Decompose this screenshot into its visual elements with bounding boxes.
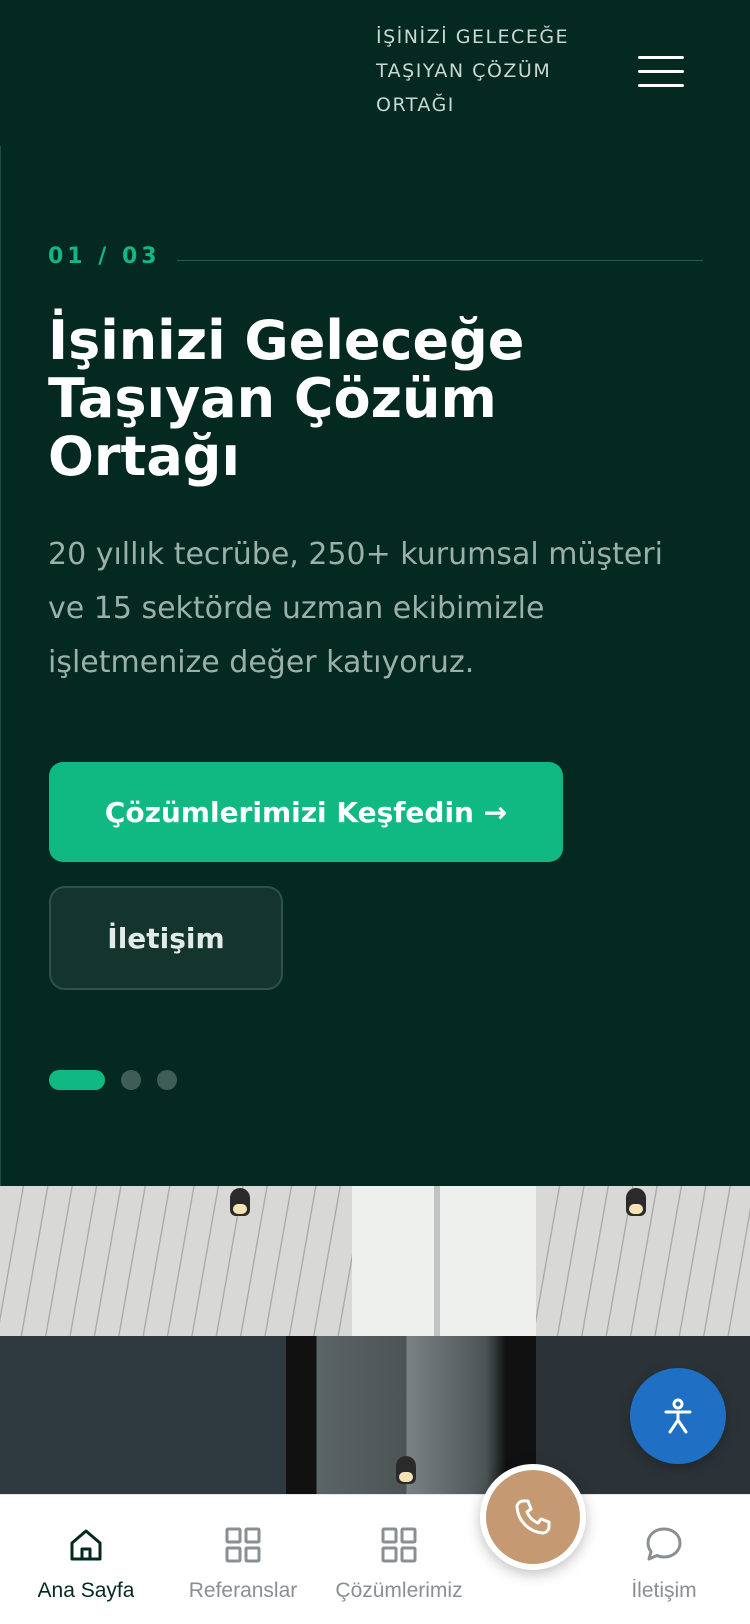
- nav-label: İletişim: [631, 1579, 697, 1602]
- pendant-lamp: [396, 1456, 416, 1484]
- hero-title: İşinizi Geleceğe Taşıyan Çözüm Ortağı: [48, 309, 525, 488]
- chat-bubble-icon: [642, 1523, 686, 1567]
- nav-label: Ana Sayfa: [37, 1579, 135, 1602]
- hero-description: 20 yıllık tecrübe, 250+ kurumsal müşteri…: [48, 537, 663, 680]
- office-corridor-image: [0, 1186, 750, 1500]
- hero-slider: 01 / 03 İşinizi Geleceğe Taşıyan Çözüm O…: [0, 146, 750, 1186]
- hamburger-menu-icon[interactable]: [636, 52, 686, 92]
- grid-icon: [377, 1523, 421, 1567]
- nav-label: Çözümlerimiz: [335, 1579, 463, 1602]
- nav-item-home[interactable]: Ana Sayfa: [26, 1495, 146, 1624]
- header: İŞİNİZİ GELECEĞE TAŞIYAN ÇÖZÜM ORTAĞI: [0, 0, 750, 146]
- bottom-navigation: Ana Sayfa Referanslar Çözümlerimiz İleti…: [0, 1494, 750, 1624]
- menu-bar: [638, 70, 684, 73]
- explore-solutions-button[interactable]: Çözümlerimizi Keşfedin →: [49, 762, 563, 862]
- ceiling-lamp: [626, 1188, 646, 1216]
- wall: [0, 1336, 286, 1500]
- nav-item-contact[interactable]: İletişim: [614, 1495, 714, 1624]
- divider: [177, 260, 703, 261]
- nav-item-solutions[interactable]: Çözümlerimiz: [334, 1495, 464, 1624]
- accessibility-button[interactable]: [630, 1368, 726, 1464]
- phone-icon: [515, 1499, 551, 1535]
- menu-bar: [638, 56, 684, 59]
- ceiling-light-strip: [352, 1186, 536, 1336]
- accessibility-icon: [664, 1398, 692, 1434]
- header-tagline: İŞİNİZİ GELECEĞE TAŞIYAN ÇÖZÜM ORTAĞI: [376, 26, 570, 116]
- home-icon: [64, 1523, 108, 1567]
- slider-dot-3[interactable]: [157, 1070, 177, 1090]
- call-button[interactable]: [480, 1464, 586, 1570]
- grid-icon: [221, 1523, 265, 1567]
- slider-dot-2[interactable]: [121, 1070, 141, 1090]
- nav-label: Referanslar: [188, 1579, 298, 1602]
- ceiling-lamp: [230, 1188, 250, 1216]
- slider-dot-1[interactable]: [49, 1070, 105, 1090]
- menu-bar: [638, 84, 684, 87]
- contact-button[interactable]: İletişim: [49, 886, 283, 990]
- nav-item-references[interactable]: Referanslar: [178, 1495, 308, 1624]
- slide-counter: 01 / 03: [48, 244, 161, 269]
